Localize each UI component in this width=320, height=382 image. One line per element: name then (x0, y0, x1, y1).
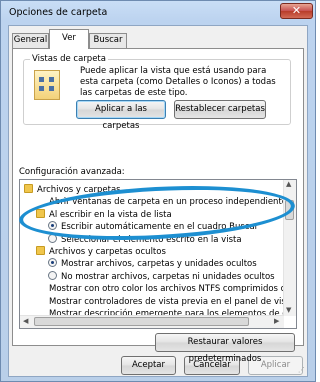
scroll-right-icon[interactable]: ▶ (274, 317, 279, 325)
horizontal-scrollbar[interactable]: ◀ ▶ (20, 315, 284, 328)
scroll-left-icon[interactable]: ◀ (23, 317, 28, 325)
tree-item-label: Mostrar con otro color los archivos NTFS… (49, 284, 296, 295)
folder-views-title: Vistas de carpeta (30, 54, 108, 64)
tree-item-label: Mostrar controladores de vista previa en… (49, 296, 295, 307)
folder-icon (36, 246, 45, 255)
tree-checkbox-item[interactable]: Mostrar con otro color los archivos NTFS… (36, 283, 296, 295)
tab-general[interactable]: General (12, 33, 49, 48)
tree-item-label: Mostrar archivos, carpetas y unidades oc… (61, 259, 257, 270)
scroll-down-icon[interactable]: ▼ (286, 306, 291, 314)
tree-folder-item: Archivos y carpetas ocultos (36, 246, 166, 258)
checkbox[interactable] (36, 296, 45, 305)
scroll-up-icon[interactable]: ▲ (286, 180, 291, 188)
close-button[interactable]: ✕ (280, 3, 313, 19)
folder-icon (24, 184, 33, 193)
accept-button[interactable]: Aceptar (121, 356, 176, 375)
tree-item-label: Archivos y carpetas ocultos (49, 247, 166, 257)
folder-views-group: Vistas de carpeta Puede aplicar la vista… (23, 54, 291, 131)
tree-item-label: No mostrar archivos, carpetas ni unidade… (61, 271, 275, 282)
resize-grip-icon[interactable]: ⋰ (298, 366, 305, 374)
checkbox[interactable] (36, 283, 45, 292)
radio-button[interactable] (48, 258, 57, 268)
window-title: Opciones de carpeta (9, 7, 108, 18)
title-bar[interactable]: Opciones de carpeta ✕ (1, 1, 315, 25)
tree-radio-item[interactable]: Mostrar archivos, carpetas y unidades oc… (48, 258, 257, 270)
horizontal-scroll-thumb[interactable] (34, 317, 249, 326)
tree-checkbox-item[interactable]: Mostrar controladores de vista previa en… (36, 296, 294, 308)
reset-folders-button[interactable]: Restablecer carpetas (174, 100, 266, 119)
tab-buscar[interactable]: Buscar (89, 33, 127, 48)
folder-views-description: Puede aplicar la vista que está usando p… (80, 66, 276, 98)
radio-button[interactable] (48, 270, 57, 280)
tree-radio-item[interactable]: No mostrar archivos, carpetas ni unidade… (48, 270, 275, 283)
apply-to-folders-button[interactable]: Aplicar a las carpetas (76, 100, 166, 131)
restore-defaults-button[interactable]: Restaurar valores predeterminados (155, 333, 295, 364)
tab-ver[interactable]: Ver (49, 29, 89, 49)
folder-view-icon (34, 70, 60, 100)
advanced-settings-label: Configuración avanzada: (19, 167, 125, 177)
folder-options-window: Opciones de carpeta ✕ General Ver Buscar… (0, 0, 316, 382)
